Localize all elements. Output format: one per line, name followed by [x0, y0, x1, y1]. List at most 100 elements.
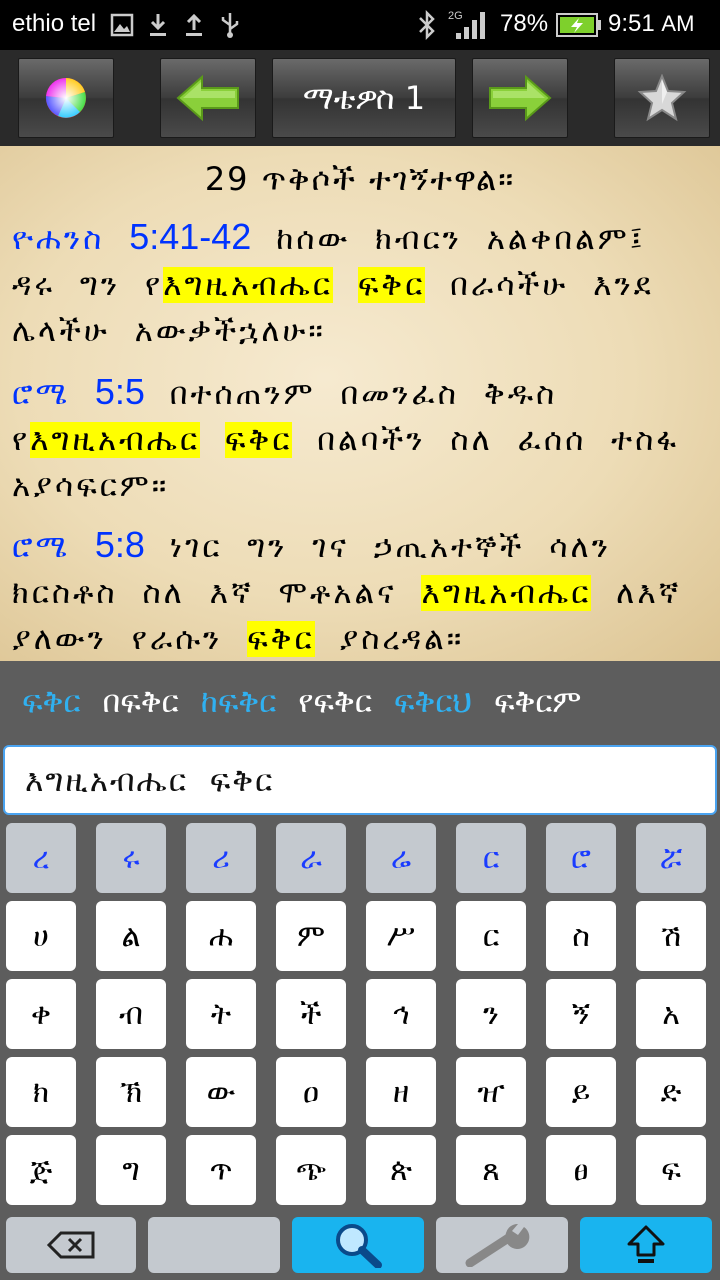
verse-result[interactable]: ሮሜ 5:8 ነገር ግን ገና ኃጢአተኞች ሳለን ክርስቶስ ስለ እኛ … [12, 522, 712, 661]
amharic-keyboard: ረሩሪራሬርሮሯ ሀልሐምሥርስሽ ቀብትችኅንኝአ ክኽውዐዘዠይድ ጅግጥጭጵጸፀፍ [0, 819, 720, 1280]
suggestion-item[interactable]: ፍቅር [22, 684, 80, 721]
vowel-key[interactable]: ረ [6, 823, 76, 893]
carrier-name: ethio tel [12, 10, 97, 37]
letter-key[interactable]: ር [456, 901, 526, 971]
verse-result[interactable]: ሮሜ 5:5 በተሰጠንም በመንፈስ ቅዱስ የእግዚአብሔር ፍቅር በልባ… [12, 369, 712, 509]
verse-text-segment [200, 422, 225, 458]
vowel-key[interactable]: ሩ [96, 823, 166, 893]
download-icon [148, 8, 168, 42]
arrow-right-icon [489, 74, 552, 122]
battery-percent: 78% [500, 10, 549, 37]
letter-key[interactable]: ዐ [276, 1057, 346, 1127]
next-chapter-button[interactable] [472, 58, 568, 138]
letter-key[interactable]: ኝ [546, 979, 616, 1049]
letter-key[interactable]: ሥ [366, 901, 436, 971]
previous-chapter-button[interactable] [160, 58, 256, 138]
vowel-key[interactable]: ሯ [636, 823, 706, 893]
letter-key[interactable]: ል [96, 901, 166, 971]
shift-icon [627, 1225, 665, 1263]
letter-key[interactable]: ድ [636, 1057, 706, 1127]
suggestion-item[interactable]: በፍቅር [102, 684, 178, 721]
bookmark-button[interactable] [614, 58, 710, 138]
highlighted-term: ፍቅር [224, 422, 293, 458]
letter-key[interactable]: አ [636, 979, 706, 1049]
suggestion-item[interactable]: ፍቅርም [494, 684, 581, 721]
usb-icon [218, 8, 242, 42]
bluetooth-icon [416, 8, 438, 42]
suggestion-item[interactable]: ፍቅርህ [394, 684, 472, 721]
verse-text-segment [333, 267, 358, 303]
clock-ampm: AM [661, 11, 695, 36]
letter-key[interactable]: ይ [546, 1057, 616, 1127]
letter-key[interactable]: ሽ [636, 901, 706, 971]
letter-key[interactable]: ፀ [546, 1135, 616, 1205]
letter-key[interactable]: ጭ [276, 1135, 346, 1205]
letter-key[interactable]: ው [186, 1057, 256, 1127]
verse-reference: 5:5 [94, 371, 145, 412]
search-results: 29 ጥቅሶች ተገኝተዋል። ዮሐንስ 5:41-42 ከሰው ክብርን አል… [0, 146, 720, 661]
gallery-icon [110, 8, 134, 42]
letter-key[interactable]: ሀ [6, 901, 76, 971]
vowel-key[interactable]: ር [456, 823, 526, 893]
clock-time: 9:51 [608, 10, 655, 37]
chapter-title-button[interactable]: ማቴዎስ 1 [272, 58, 456, 138]
vowel-key[interactable]: ሪ [186, 823, 256, 893]
letter-key[interactable]: ክ [6, 1057, 76, 1127]
letter-key[interactable]: ኽ [96, 1057, 166, 1127]
color-wheel-icon [45, 77, 86, 118]
arrow-left-icon [176, 74, 239, 122]
letter-key[interactable]: ዠ [456, 1057, 526, 1127]
search-icon [336, 1224, 382, 1268]
letter-key[interactable]: ፍ [636, 1135, 706, 1205]
highlighted-term: እግዚአብሔር [163, 267, 333, 303]
letter-key[interactable]: ግ [96, 1135, 166, 1205]
letter-key[interactable]: ጵ [366, 1135, 436, 1205]
star-icon [637, 74, 687, 122]
clock: 9:51 AM [608, 10, 694, 38]
letter-key[interactable]: ች [276, 979, 346, 1049]
letter-key[interactable]: ጥ [186, 1135, 256, 1205]
toolbar: ማቴዎስ 1 [0, 50, 720, 146]
suggestion-item[interactable]: የፍቅር [298, 684, 372, 721]
letter-key[interactable]: ኅ [366, 979, 436, 1049]
letter-key[interactable]: ን [456, 979, 526, 1049]
letter-key[interactable]: ጸ [456, 1135, 526, 1205]
letter-key[interactable]: ስ [546, 901, 616, 971]
suggestion-item[interactable]: ከፍቅር [201, 684, 277, 721]
backspace-key[interactable] [6, 1217, 136, 1273]
letter-key[interactable]: ም [276, 901, 346, 971]
vowel-key[interactable]: ሮ [546, 823, 616, 893]
letter-key[interactable]: ዘ [366, 1057, 436, 1127]
verse-text: ከሰው ክብርን አልቀበልም፤ ዳሩ ግን የእግዚአብሔር ፍቅር በራሳች… [12, 221, 654, 349]
letter-key[interactable]: ጅ [6, 1135, 76, 1205]
battery-charging-icon [556, 8, 602, 42]
verse-book: ዮሐንስ [12, 221, 105, 257]
verse-book: ሮሜ [12, 529, 70, 565]
upload-icon [184, 8, 204, 42]
word-suggestions-bar: ፍቅር በፍቅር ከፍቅር የፍቅር ፍቅርህ ፍቅርም [0, 661, 720, 743]
highlighted-term: ፍቅር [357, 267, 426, 303]
letter-key[interactable]: ት [186, 979, 256, 1049]
color-theme-button[interactable] [18, 58, 114, 138]
space-key[interactable] [148, 1217, 280, 1273]
verse-result[interactable]: ዮሐንስ 5:41-42 ከሰው ክብርን አልቀበልም፤ ዳሩ ግን የእግዚ… [12, 214, 712, 354]
settings-key[interactable] [436, 1217, 568, 1273]
status-bar: ethio tel 2G 78% 9:51 AM [0, 0, 720, 50]
search-input[interactable]: እግዚአብሔር ፍቅር [3, 745, 717, 815]
verse-book: ሮሜ [12, 376, 70, 412]
highlighted-term: እግዚአብሔር [421, 575, 592, 611]
backspace-icon [47, 1231, 95, 1259]
vowel-key[interactable]: ራ [276, 823, 346, 893]
search-bar: እግዚአብሔር ፍቅር [0, 743, 720, 819]
vowel-key[interactable]: ሬ [366, 823, 436, 893]
letter-key[interactable]: ብ [96, 979, 166, 1049]
highlighted-term: ፍቅር [247, 621, 315, 657]
wrench-icon [465, 1223, 530, 1267]
search-key[interactable] [292, 1217, 424, 1273]
letter-key[interactable]: ቀ [6, 979, 76, 1049]
network-type: 2G [448, 10, 463, 22]
verse-reference: 5:8 [94, 524, 145, 565]
shift-key[interactable] [580, 1217, 712, 1273]
highlighted-term: እግዚአብሔር [30, 422, 201, 458]
letter-key[interactable]: ሐ [186, 901, 256, 971]
